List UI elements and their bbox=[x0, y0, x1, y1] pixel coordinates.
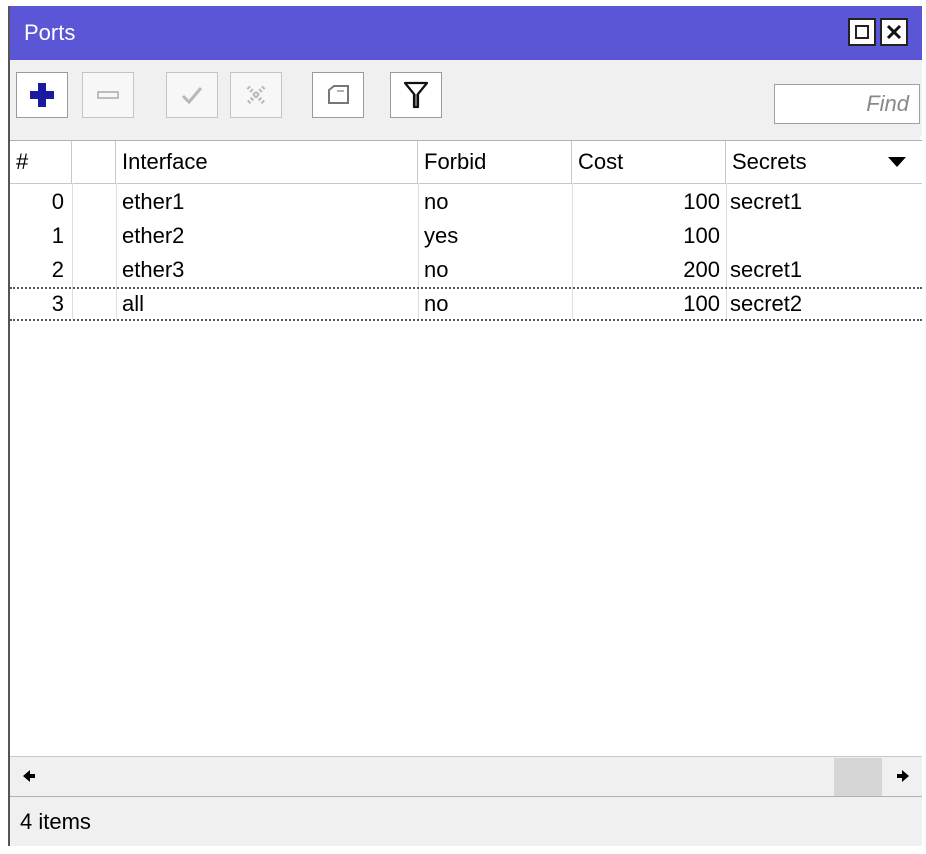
row-forbid: no bbox=[424, 189, 449, 214]
check-icon bbox=[181, 87, 203, 105]
maximize-icon bbox=[855, 25, 869, 39]
filter-button[interactable] bbox=[390, 72, 442, 118]
ports-window: Ports Find # Interface Forbid Cost Secre… bbox=[8, 6, 922, 846]
status-bar: 4 items bbox=[10, 796, 922, 846]
disable-button[interactable] bbox=[230, 72, 282, 118]
row-interface: all bbox=[122, 291, 145, 316]
column-header-cost[interactable]: Cost bbox=[572, 141, 726, 183]
arrow-left-icon bbox=[23, 770, 35, 782]
row-forbid: no bbox=[424, 291, 449, 316]
column-header-forbid[interactable]: Forbid bbox=[418, 141, 572, 183]
find-input[interactable]: Find bbox=[774, 84, 920, 124]
close-icon bbox=[886, 24, 902, 40]
scroll-left-button[interactable] bbox=[18, 765, 40, 787]
table-row[interactable]: 0 ether1 no 100 secret1 bbox=[10, 185, 922, 219]
row-secrets: secret1 bbox=[730, 189, 803, 214]
row-number: 3 bbox=[51, 291, 64, 316]
column-header-interface[interactable]: Interface bbox=[116, 141, 418, 183]
item-count: 4 items bbox=[20, 809, 91, 834]
row-number: 1 bbox=[51, 223, 64, 248]
remove-button[interactable] bbox=[82, 72, 134, 118]
row-number: 0 bbox=[51, 189, 64, 214]
x-icon bbox=[246, 85, 266, 105]
row-cost: 200 bbox=[683, 257, 720, 282]
column-header-number[interactable]: # bbox=[10, 141, 72, 183]
close-button[interactable] bbox=[880, 18, 908, 46]
row-secrets: secret1 bbox=[730, 257, 803, 282]
row-interface: ether2 bbox=[122, 223, 185, 248]
comment-button[interactable] bbox=[312, 72, 364, 118]
row-cost: 100 bbox=[683, 223, 720, 248]
row-cost: 100 bbox=[683, 291, 720, 316]
row-forbid: no bbox=[424, 257, 449, 282]
column-menu-icon[interactable] bbox=[888, 157, 906, 167]
note-icon bbox=[328, 85, 349, 104]
title-bar[interactable]: Ports bbox=[10, 6, 922, 60]
filter-icon bbox=[403, 81, 429, 109]
scroll-right-button[interactable] bbox=[892, 765, 914, 787]
minus-icon bbox=[97, 91, 119, 99]
table-row[interactable]: 2 ether3 no 200 secret1 bbox=[10, 253, 922, 287]
row-forbid: yes bbox=[424, 223, 459, 248]
enable-button[interactable] bbox=[166, 72, 218, 118]
column-header-flags[interactable] bbox=[72, 141, 116, 183]
horizontal-scrollbar[interactable] bbox=[10, 756, 922, 796]
ports-table: # Interface Forbid Cost Secrets 0 ether1… bbox=[10, 140, 922, 757]
row-number: 2 bbox=[51, 257, 64, 282]
table-row[interactable]: 1 ether2 yes 100 bbox=[10, 219, 922, 253]
table-header: # Interface Forbid Cost Secrets bbox=[10, 141, 922, 184]
row-secrets: secret2 bbox=[730, 291, 803, 316]
row-interface: ether1 bbox=[122, 189, 185, 214]
add-button[interactable] bbox=[16, 72, 68, 118]
table-row[interactable]: 3 all no 100 secret2 bbox=[10, 287, 922, 321]
row-cost: 100 bbox=[683, 189, 720, 214]
row-interface: ether3 bbox=[122, 257, 185, 282]
plus-icon bbox=[30, 83, 54, 107]
maximize-button[interactable] bbox=[848, 18, 876, 46]
arrow-right-icon bbox=[897, 770, 909, 782]
toolbar: Find bbox=[10, 60, 922, 136]
window-title: Ports bbox=[24, 20, 76, 45]
scrollbar-thumb[interactable] bbox=[834, 758, 882, 796]
